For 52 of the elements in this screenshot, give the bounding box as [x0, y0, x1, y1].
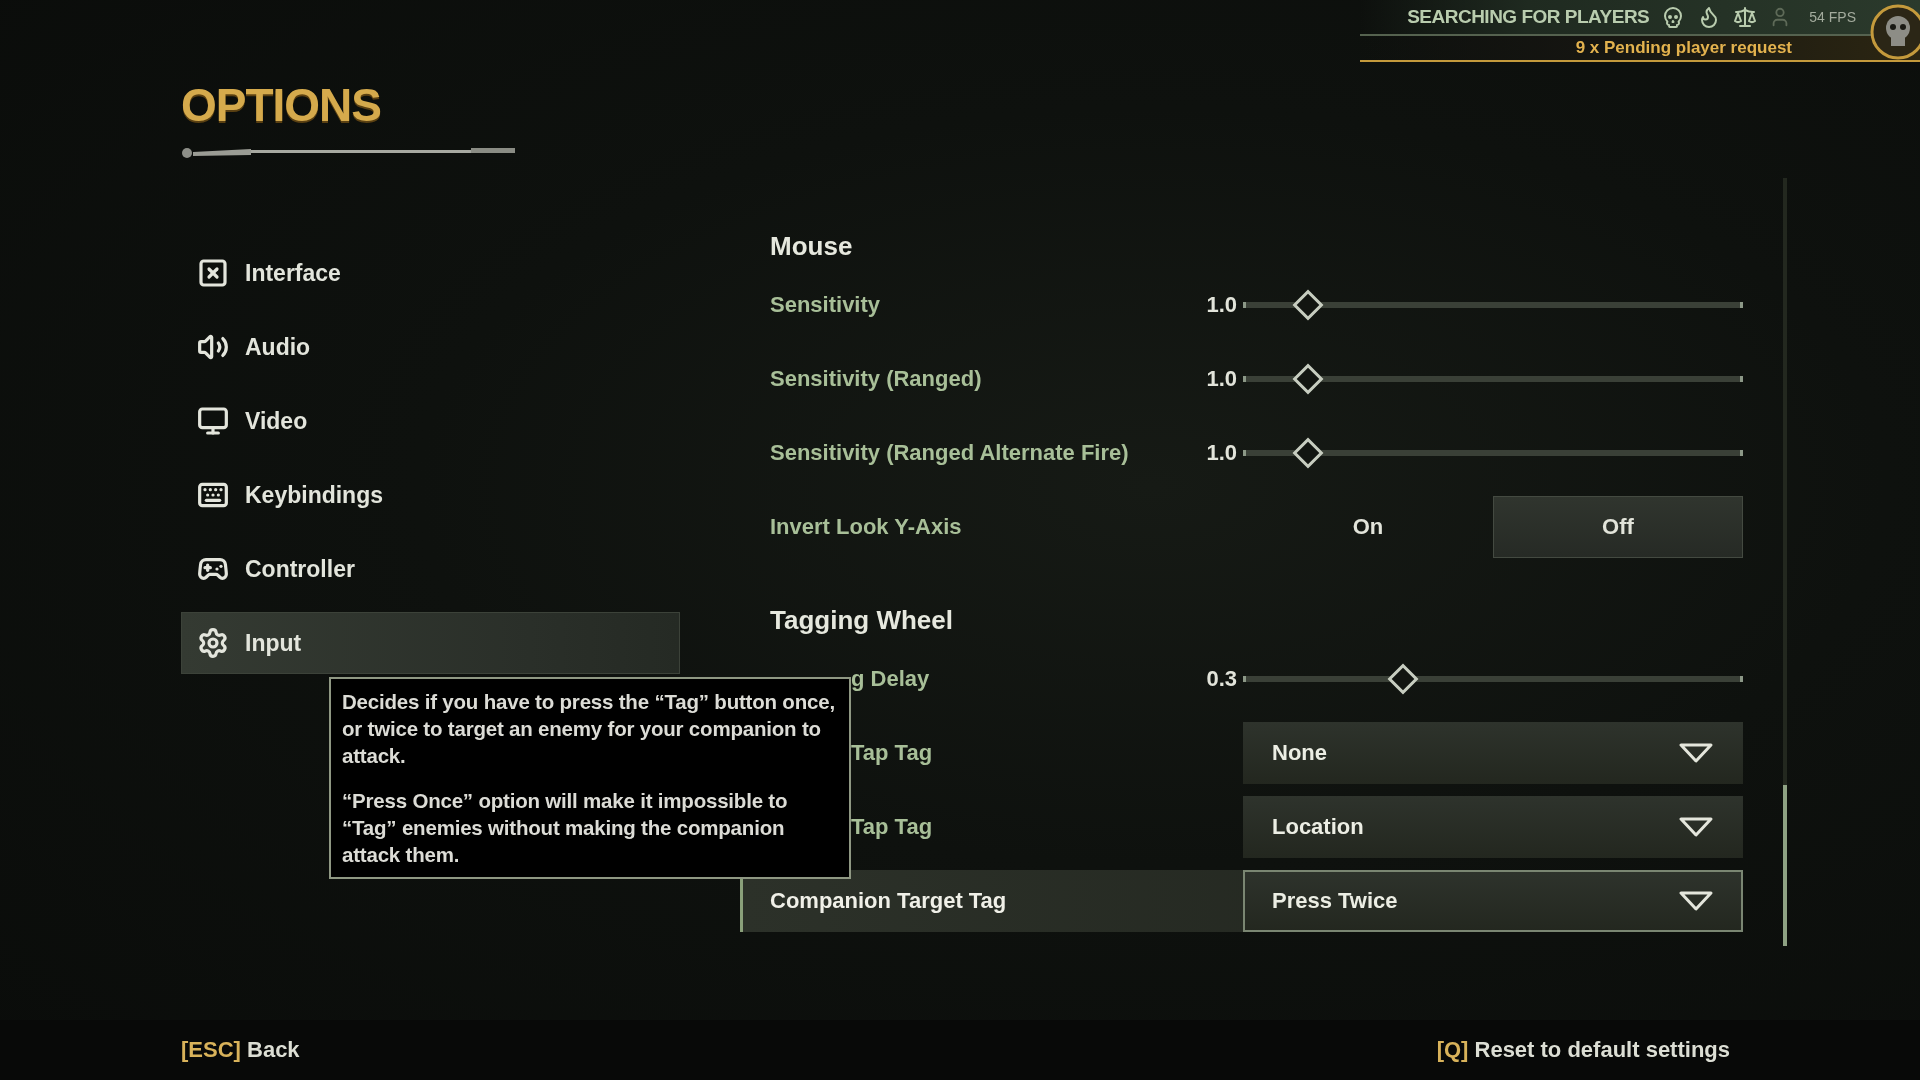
dropdown-arrow-icon [1679, 817, 1713, 837]
slider-track[interactable] [1243, 289, 1743, 321]
slider-track[interactable] [1243, 437, 1743, 469]
reset-link[interactable]: [Q] Reset to default settings [1436, 1037, 1730, 1063]
setting-row[interactable]: Tap Tag Location [848, 796, 1740, 858]
section-heading: Tagging Wheel [769, 603, 954, 637]
sidebar-item[interactable]: Interface [181, 242, 680, 304]
slider-value: 0.3 [1205, 666, 1238, 692]
slider-value: 1.0 [1205, 366, 1238, 392]
setting-label: Tap Tag [851, 739, 934, 767]
slider-value: 1.0 [1205, 440, 1238, 466]
sidebar-item[interactable]: Video [181, 390, 680, 452]
tooltip-text: Decides if you have to press the “Tag” button once, or twice to target an enemy for your companion to attack. [342, 689, 836, 769]
setting-label: g Delay [851, 665, 931, 693]
sidebar-item[interactable]: Controller [181, 538, 680, 600]
tooltip-text: “Press Once” option will make it impossible to “Tag” enemies without making the companion attack them. [342, 788, 789, 868]
setting-row[interactable]: g Delay 0.3 [848, 648, 1740, 710]
setting-label: Companion Target Tag [769, 887, 1008, 915]
back-link[interactable]: [ESC] Back [181, 1037, 300, 1063]
setting-row[interactable]: Sensitivity (Ranged) 1.0 [740, 348, 1740, 410]
setting-row[interactable]: Sensitivity (Ranged Alternate Fire) 1.0 [740, 422, 1740, 484]
dropdown[interactable]: Location [1243, 796, 1743, 858]
setting-row[interactable]: Tap Tag None [848, 722, 1740, 784]
dropdown-arrow-icon [1679, 891, 1713, 911]
scrollbar-thumb[interactable] [1783, 785, 1787, 946]
monitor-icon [197, 405, 229, 437]
x-box-icon [197, 257, 229, 289]
sidebar-item[interactable]: Keybindings [181, 464, 680, 526]
slider-value: 1.0 [1205, 292, 1238, 318]
setting-label: Invert Look Y-Axis [769, 513, 963, 541]
fps-counter: 54 FPS [1809, 9, 1856, 25]
section-heading: Mouse [769, 229, 854, 263]
toggle-option[interactable]: On [1243, 496, 1493, 558]
setting-row[interactable]: Sensitivity 1.0 [740, 274, 1740, 336]
matchmaking-status: SEARCHING FOR PLAYERS [1407, 6, 1650, 28]
sidebar-item[interactable]: Audio [181, 316, 680, 378]
dropdown-arrow-icon [1679, 743, 1713, 763]
setting-label: Sensitivity (Ranged) [769, 365, 983, 393]
dropdown[interactable]: Press Twice [1243, 870, 1743, 932]
setting-label: Tap Tag [851, 813, 934, 841]
toggle-option[interactable]: Off [1493, 496, 1743, 558]
dropdown[interactable]: None [1243, 722, 1743, 784]
scale-icon[interactable] [1733, 5, 1758, 29]
sidebar-item[interactable]: Input [181, 612, 680, 674]
slider-track[interactable] [1243, 663, 1743, 695]
setting-row[interactable]: Invert Look Y-Axis On Off [740, 496, 1740, 558]
setting-label: Sensitivity [769, 291, 882, 319]
setting-label: Sensitivity (Ranged Alternate Fire) [769, 439, 1130, 467]
settings-icon [197, 627, 229, 659]
selected-setting-row[interactable]: Companion Target Tag Press Twice [740, 870, 1740, 932]
slider-track[interactable] [1243, 363, 1743, 395]
page-title: OPTIONS [181, 78, 382, 132]
